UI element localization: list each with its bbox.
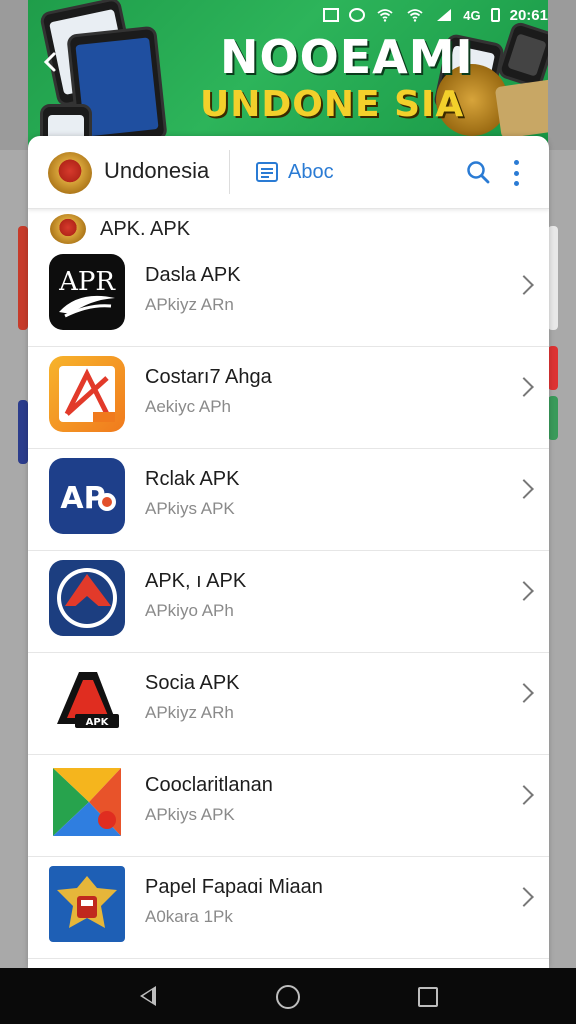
app-subtitle: Aekiyc APh [145,397,231,416]
svg-text:APR: APR [58,267,116,297]
back-button[interactable] [36,50,64,78]
list-item[interactable]: Papel Fapaɑi Miaan A0kara 1Pk [28,856,549,959]
divider [229,150,230,194]
arrow-circle-icon [49,560,125,636]
chevron-left-icon [43,52,56,72]
pdf-reader-icon [49,356,125,432]
page-title: Undonesia [104,158,210,183]
clock: 20:61 [509,6,548,24]
apr-logo-icon: APR [49,254,125,330]
chevron-right-icon [514,581,534,601]
app-subtitle: APkiyo APh [145,601,234,620]
nav-recents-icon[interactable] [418,987,438,1007]
app-name: APK, ı APK [145,570,247,592]
chevron-right-icon [514,887,534,907]
app-bar: Undonesia Aboc [28,136,549,209]
app-subtitle: A0kara 1Pk [145,907,233,926]
chevron-right-icon [514,275,534,295]
network-label: 4G [463,7,481,23]
list-item[interactable]: Costarı7 Ahga Aekiyc APh [28,346,549,449]
phone-illustration [496,20,548,90]
search-icon[interactable] [466,160,490,184]
app-name: Cooclaritlanan [145,774,273,796]
signal-icon [437,9,452,21]
app-name: Rclak APK [145,468,240,490]
section-label: APK. APK [100,217,191,240]
status-bar: 4G 20:61 [323,4,548,26]
system-nav-bar [0,968,576,1024]
background-right [548,150,576,968]
battery-icon [490,8,500,22]
garuda-emblem-icon [50,214,86,244]
app-subtitle: APkiyz ARh [145,703,234,722]
background-left [0,150,28,968]
chevron-right-icon [514,683,534,703]
app-subtitle: APkiys APK [145,499,235,518]
tab-about-label: Aboc [288,160,334,183]
list-item[interactable]: APK, ı APK APkiyo APh [28,550,549,653]
chevron-right-icon [514,377,534,397]
garuda-emblem-icon [49,866,125,942]
a-badge-icon: APK [49,662,125,738]
wifi-icon [377,9,393,22]
app-subtitle: APkiys APK [145,805,235,824]
tab-about[interactable]: Aboc [256,158,334,186]
ap-logo-icon: AP [49,458,125,534]
garuda-emblem-icon [48,152,92,194]
list-item[interactable]: APR Dasla APK APkiyz ARn [28,244,549,347]
chevron-right-icon [514,785,534,805]
wifi-icon [407,9,423,22]
chevron-right-icon [514,479,534,499]
list-item[interactable]: Cooclaritlanan APkiys APK [28,754,549,857]
apk-list-card: Undonesia Aboc APK. APK APR Dasla APK AP… [28,136,549,968]
section-header: APK. APK [50,214,190,244]
notification-icon [323,8,340,22]
app-subtitle: APkiyz ARn [145,295,234,314]
alarm-icon [349,8,366,22]
nav-back-icon[interactable] [140,986,156,1006]
nav-home-icon[interactable] [276,985,300,1009]
document-icon [256,162,278,182]
list-item[interactable]: AP Rclak APK APkiys APK [28,448,549,551]
banner-title: NOOEAMI [220,30,474,84]
money-illustration [494,77,548,139]
play-store-icon [49,764,125,840]
banner-subtitle: UNDONE SIA [200,84,465,125]
svg-text:APK: APK [86,717,110,728]
more-options-icon[interactable] [512,160,520,186]
list-item[interactable]: APK Socia APK APkiyz ARh [28,652,549,755]
app-name: Papel Fapaɑi Miaan [145,876,323,898]
app-name: Costarı7 Ahga [145,366,272,388]
app-name: Socia APK [145,672,240,694]
app-name: Dasla APK [145,264,241,286]
